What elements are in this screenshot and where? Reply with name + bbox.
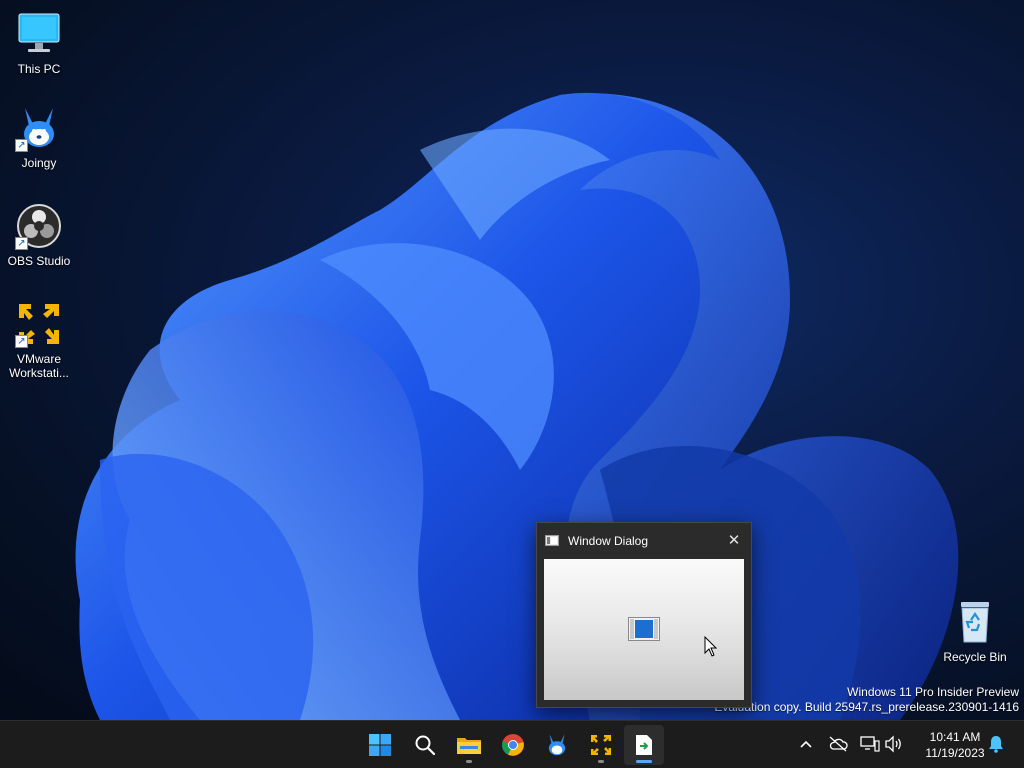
desktop-icon-label: Recycle Bin bbox=[943, 650, 1007, 664]
desktop-icon-joingy[interactable]: ↗ Joingy bbox=[1, 104, 77, 170]
network-icon bbox=[860, 736, 880, 752]
vmware-icon: ↗ bbox=[15, 300, 63, 348]
taskbar-file-explorer[interactable] bbox=[449, 725, 489, 765]
rabbit-icon: ↗ bbox=[15, 104, 63, 152]
recycle-bin-icon bbox=[951, 598, 999, 646]
search-icon bbox=[415, 735, 436, 756]
desktop-icon-label: VMware Workstati... bbox=[9, 352, 69, 380]
shortcut-arrow-icon: ↗ bbox=[15, 237, 28, 250]
shortcut-arrow-icon: ↗ bbox=[15, 139, 28, 152]
chevron-up-icon bbox=[800, 740, 812, 748]
volume-icon bbox=[885, 735, 901, 753]
close-button[interactable]: ✕ bbox=[723, 531, 745, 551]
taskbar-vmware[interactable] bbox=[581, 725, 621, 765]
desktop-icon-recycle-bin[interactable]: Recycle Bin bbox=[937, 598, 1013, 664]
close-icon: ✕ bbox=[727, 532, 741, 549]
dialog-titlebar[interactable]: Window Dialog ✕ bbox=[537, 523, 751, 557]
show-hidden-icons-button[interactable] bbox=[795, 733, 817, 755]
monitor-icon bbox=[15, 10, 63, 58]
taskbar-chrome[interactable] bbox=[493, 725, 533, 765]
joingy-icon bbox=[548, 734, 566, 756]
start-icon bbox=[369, 734, 391, 756]
onedrive-tray-button[interactable] bbox=[827, 733, 849, 755]
search-button[interactable] bbox=[405, 725, 445, 765]
obs-icon: ↗ bbox=[15, 202, 63, 250]
active-indicator bbox=[636, 760, 652, 763]
volume-tray-button[interactable] bbox=[883, 733, 905, 755]
desktop-icon-this-pc[interactable]: This PC bbox=[1, 10, 77, 76]
desktop-icon-vmware[interactable]: ↗ VMware Workstati... bbox=[1, 300, 77, 380]
file-explorer-icon bbox=[457, 738, 481, 754]
running-indicator bbox=[598, 760, 604, 763]
mouse-cursor-icon bbox=[704, 636, 718, 657]
taskbar-window-dialog[interactable] bbox=[624, 725, 664, 765]
onedrive-offline-icon bbox=[829, 736, 848, 752]
running-indicator bbox=[466, 760, 472, 763]
taskbar[interactable]: 10:41 AM 11/19/2023 bbox=[0, 720, 1024, 768]
app-window-icon bbox=[628, 617, 660, 641]
desktop-icon-label: Joingy bbox=[21, 156, 57, 170]
network-tray-button[interactable] bbox=[859, 733, 881, 755]
vmware-icon bbox=[591, 735, 611, 755]
window-app-icon bbox=[545, 535, 559, 546]
start-button[interactable] bbox=[360, 725, 400, 765]
desktop-icon-obs-studio[interactable]: ↗ OBS Studio bbox=[1, 202, 77, 268]
taskbar-joingy[interactable] bbox=[537, 725, 577, 765]
watermark-build: Evaluation copy. Build 25947.rs_prerelea… bbox=[714, 700, 1019, 714]
bell-icon bbox=[989, 736, 1003, 753]
desktop-icon-label: This PC bbox=[17, 62, 61, 76]
watermark-edition: Windows 11 Pro Insider Preview bbox=[847, 685, 1019, 699]
build-watermark: Windows 11 Pro Insider Preview Evaluatio… bbox=[714, 685, 1019, 715]
app-window-icon bbox=[636, 735, 652, 755]
dialog-client-area[interactable] bbox=[544, 559, 744, 700]
shortcut-arrow-icon: ↗ bbox=[15, 335, 28, 348]
dialog-title: Window Dialog bbox=[568, 534, 649, 548]
chrome-icon bbox=[502, 734, 524, 756]
desktop-icon-label: OBS Studio bbox=[7, 254, 71, 268]
notifications-button[interactable] bbox=[985, 733, 1007, 755]
desktop[interactable]: This PC ↗ Joingy ↗ OBS Studio ↗ VMware W… bbox=[0, 0, 1024, 720]
window-dialog[interactable]: Window Dialog ✕ bbox=[536, 522, 752, 708]
bloom-wallpaper bbox=[75, 92, 959, 720]
